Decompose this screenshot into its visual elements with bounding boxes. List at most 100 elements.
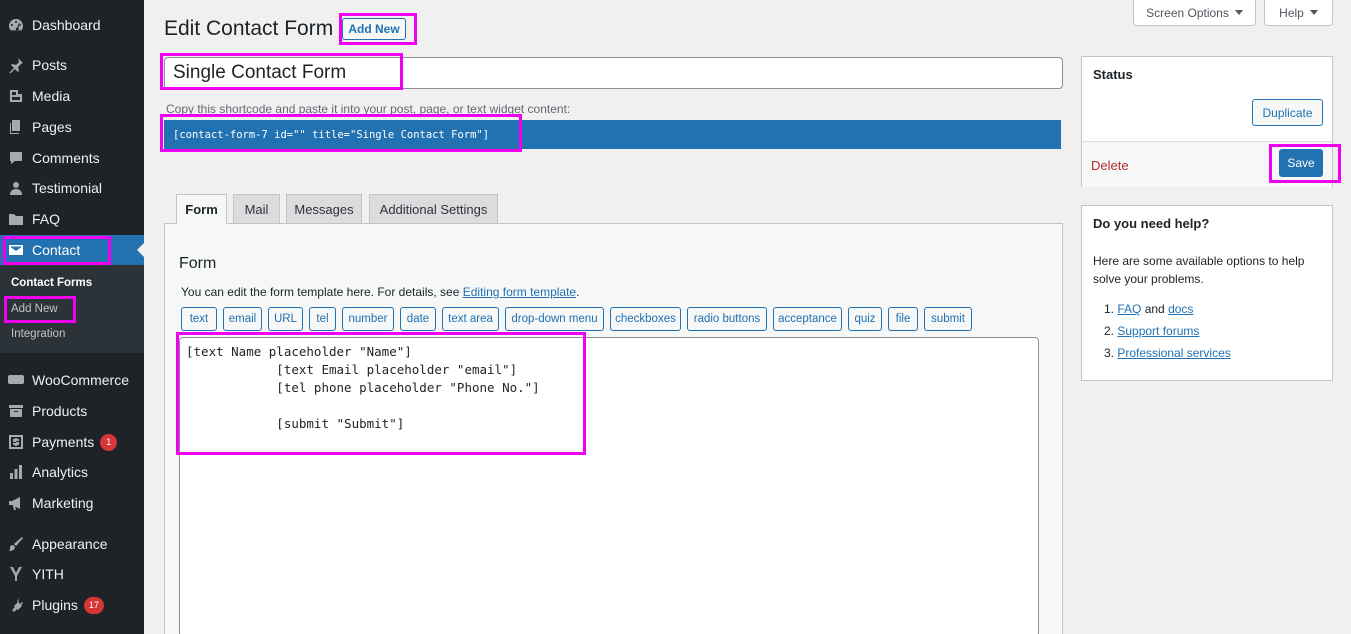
tag-button-textarea[interactable]: text area [442, 307, 499, 331]
current-menu-arrow [137, 243, 144, 257]
menu-media[interactable]: Media [0, 81, 144, 111]
form-template-editor[interactable]: [text Name placeholder "Name"] [text Ema… [179, 337, 1039, 634]
tab-mail[interactable]: Mail [233, 194, 280, 224]
faq-link[interactable]: FAQ [1117, 302, 1141, 316]
status-box: Status Duplicate Delete Save [1081, 56, 1333, 187]
tab-messages[interactable]: Messages [286, 194, 362, 224]
tag-button-text[interactable]: text [181, 307, 217, 331]
screen-options-button[interactable]: Screen Options [1133, 0, 1256, 26]
yith-icon [8, 566, 24, 582]
menu-yith[interactable]: YITH [0, 559, 144, 589]
menu-label: Analytics [32, 464, 89, 480]
payments-badge: 1 [100, 433, 118, 451]
menu-posts[interactable]: Posts [0, 50, 144, 80]
submenu-contact-forms[interactable]: Contact Forms [11, 277, 92, 289]
page-title: Edit Contact Form [164, 17, 334, 40]
comment-icon [8, 150, 24, 166]
tag-button-dropdown[interactable]: drop-down menu [505, 307, 604, 331]
menu-payments[interactable]: Payments 1 [0, 427, 144, 457]
tag-button-number[interactable]: number [342, 307, 394, 331]
menu-label: Products [32, 403, 88, 419]
help-list-item: 2. Support forums [1104, 320, 1231, 342]
form-title-input[interactable] [164, 57, 1063, 89]
submenu-integration[interactable]: Integration [11, 328, 65, 340]
tag-button-quiz[interactable]: quiz [848, 307, 882, 331]
tag-button-url[interactable]: URL [268, 307, 303, 331]
menu-analytics[interactable]: Analytics [0, 457, 144, 487]
pin-icon [8, 57, 24, 73]
help-list: 1. FAQ and docs 2. Support forums 3. Pro… [1104, 298, 1231, 364]
menu-label: Comments [32, 150, 100, 166]
shortcode-hint: Copy this shortcode and paste it into yo… [166, 102, 571, 116]
menu-contact[interactable]: Contact [0, 235, 144, 265]
tab-additional-settings[interactable]: Additional Settings [369, 194, 498, 224]
media-icon [8, 88, 24, 104]
menu-label: Pages [32, 119, 72, 135]
pages-icon [8, 119, 24, 135]
docs-link[interactable]: docs [1168, 302, 1193, 316]
help-box: Do you need help? Here are some availabl… [1081, 205, 1333, 381]
menu-label: Posts [32, 57, 68, 73]
tag-button-tel[interactable]: tel [309, 307, 336, 331]
help-item-number: 1. [1104, 302, 1115, 316]
panel-desc-text: You can edit the form template here. For… [181, 285, 463, 299]
save-button[interactable]: Save [1279, 149, 1323, 177]
help-list-item: 3. Professional services [1104, 342, 1231, 364]
delete-link[interactable]: Delete [1091, 158, 1129, 173]
panel-description: You can edit the form template here. For… [181, 285, 579, 299]
menu-faq[interactable]: FAQ [0, 204, 144, 234]
help-button[interactable]: Help [1264, 0, 1333, 26]
duplicate-button[interactable]: Duplicate [1252, 99, 1323, 126]
menu-dashboard[interactable]: Dashboard [0, 10, 144, 40]
menu-woocommerce[interactable]: WooCommerce [0, 365, 144, 395]
menu-comments[interactable]: Comments [0, 143, 144, 173]
professional-services-link[interactable]: Professional services [1117, 346, 1230, 360]
panel-heading: Form [179, 255, 217, 272]
plugins-badge: 17 [83, 596, 104, 614]
folder-icon [8, 211, 24, 227]
help-item-and: and [1141, 302, 1169, 316]
help-label: Help [1279, 5, 1304, 20]
admin-sidebar: Dashboard Posts Media Pages Comments Tes… [0, 0, 144, 634]
tab-form[interactable]: Form [176, 194, 227, 224]
tag-button-submit[interactable]: submit [924, 307, 972, 331]
tag-button-file[interactable]: file [888, 307, 918, 331]
menu-testimonial[interactable]: Testimonial [0, 173, 144, 203]
help-list-item: 1. FAQ and docs [1104, 298, 1231, 320]
mail-icon [8, 242, 24, 258]
menu-appearance[interactable]: Appearance [0, 529, 144, 559]
help-item-number: 3. [1104, 346, 1115, 360]
user-icon [8, 180, 24, 196]
menu-label: Payments [32, 434, 95, 450]
menu-label: Media [32, 88, 71, 104]
menu-label: Testimonial [32, 180, 103, 196]
menu-label: FAQ [32, 211, 61, 227]
brush-icon [8, 536, 24, 552]
tag-button-acceptance[interactable]: acceptance [773, 307, 842, 331]
menu-plugins[interactable]: Plugins 17 [0, 590, 144, 620]
panel-desc-suffix: . [576, 285, 580, 299]
menu-products[interactable]: Products [0, 396, 144, 426]
screen-options-label: Screen Options [1146, 5, 1229, 20]
editing-form-template-link[interactable]: Editing form template [463, 285, 576, 299]
support-forums-link[interactable]: Support forums [1117, 324, 1199, 338]
tag-button-email[interactable]: email [223, 307, 262, 331]
menu-label: Dashboard [32, 17, 101, 33]
tag-button-date[interactable]: date [400, 307, 436, 331]
megaphone-icon [8, 495, 24, 511]
add-new-button[interactable]: Add New [342, 18, 406, 40]
chevron-down-icon [1234, 10, 1243, 15]
menu-label: Plugins [32, 597, 78, 613]
tag-button-checkboxes[interactable]: checkboxes [610, 307, 681, 331]
shortcode-field[interactable]: [contact-form-7 id="" title="Single Cont… [164, 120, 1061, 149]
woo-icon [8, 372, 24, 388]
dashboard-icon [8, 17, 24, 33]
submenu-add-new[interactable]: Add New [11, 303, 58, 315]
shortcode-text: [contact-form-7 id="" title="Single Cont… [173, 128, 490, 141]
tag-button-radio[interactable]: radio buttons [687, 307, 767, 331]
status-heading: Status [1093, 67, 1133, 82]
menu-marketing[interactable]: Marketing [0, 488, 144, 518]
menu-pages[interactable]: Pages [0, 112, 144, 142]
menu-label: YITH [32, 566, 64, 582]
dollar-icon [8, 434, 24, 450]
